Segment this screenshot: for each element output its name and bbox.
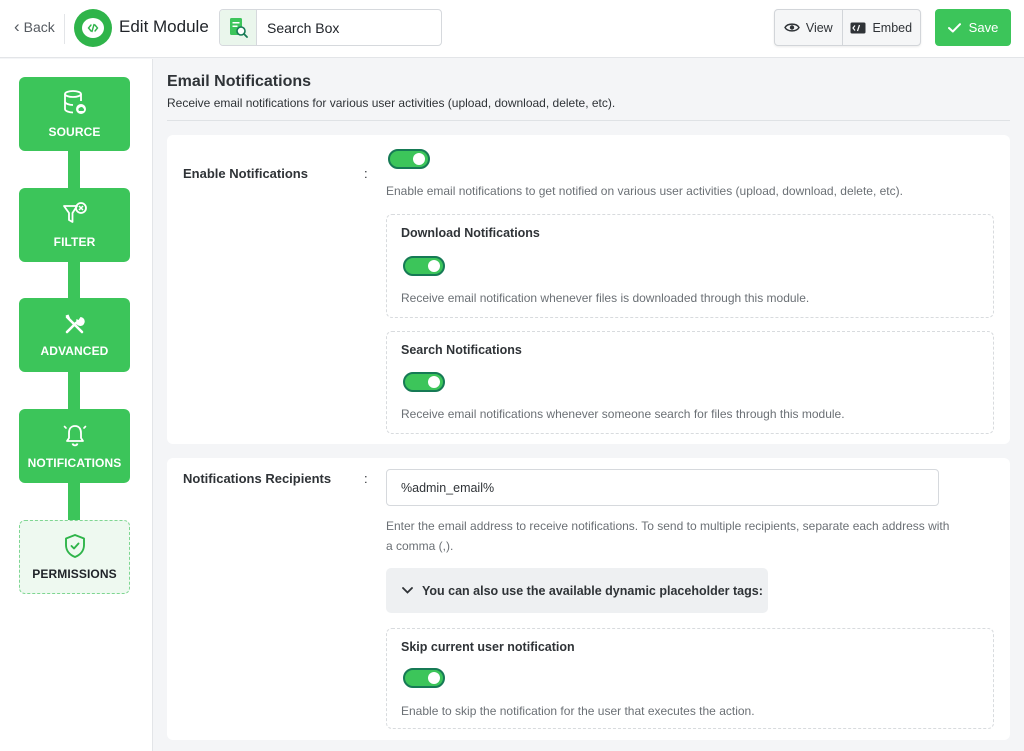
shield-check-icon bbox=[64, 534, 85, 558]
step-connector bbox=[68, 149, 80, 189]
recipients-label: Notifications Recipients bbox=[183, 471, 332, 486]
step-notifications[interactable]: NOTIFICATIONS bbox=[19, 409, 130, 483]
field-colon: : bbox=[364, 471, 368, 486]
recipients-email-input[interactable] bbox=[386, 469, 939, 506]
check-icon bbox=[947, 22, 961, 32]
download-notifications-title: Download Notifications bbox=[401, 226, 540, 240]
code-chat-icon bbox=[82, 18, 104, 38]
save-label: Save bbox=[968, 20, 999, 35]
enable-notifications-help: Enable email notifications to get notifi… bbox=[386, 184, 903, 198]
step-label: PERMISSIONS bbox=[32, 567, 117, 581]
view-label: View bbox=[805, 20, 833, 35]
toggle-knob bbox=[428, 672, 440, 684]
header-divider bbox=[64, 14, 65, 44]
view-button[interactable]: View bbox=[775, 10, 843, 45]
steps-sidebar: SOURCE FILTER ADVANCED NOTIFICATIONS PER… bbox=[0, 59, 153, 751]
toggle-knob bbox=[428, 376, 440, 388]
back-button[interactable]: ‹ Back bbox=[14, 17, 55, 36]
step-advanced[interactable]: ADVANCED bbox=[19, 298, 130, 372]
skip-current-user-box: Skip current user notification Enable to… bbox=[386, 628, 994, 729]
enable-notifications-label: Enable Notifications bbox=[183, 166, 308, 181]
section-divider bbox=[167, 120, 1010, 121]
module-name-field[interactable]: Search Box bbox=[219, 9, 442, 46]
step-label: FILTER bbox=[53, 235, 96, 249]
toggle-knob bbox=[413, 153, 425, 165]
embed-label: Embed bbox=[872, 20, 913, 35]
eye-icon bbox=[784, 23, 800, 32]
search-notifications-title: Search Notifications bbox=[401, 343, 522, 357]
tools-icon bbox=[65, 314, 85, 334]
embed-button[interactable]: Embed bbox=[843, 10, 920, 45]
step-label: ADVANCED bbox=[40, 344, 109, 358]
section-title: Email Notifications bbox=[167, 73, 312, 90]
database-icon bbox=[63, 90, 86, 114]
chevron-down-icon bbox=[402, 587, 413, 594]
download-notifications-box: Download Notifications Receive email not… bbox=[386, 214, 994, 318]
step-connector bbox=[68, 371, 80, 411]
recipients-help-line1: Enter the email address to receive notif… bbox=[386, 519, 950, 533]
search-notifications-box: Search Notifications Receive email notif… bbox=[386, 331, 994, 434]
filter-icon bbox=[62, 202, 87, 223]
field-colon: : bbox=[364, 166, 368, 181]
step-label: SOURCE bbox=[48, 125, 101, 139]
search-notifications-toggle[interactable] bbox=[403, 372, 445, 392]
skip-current-user-help: Enable to skip the notification for the … bbox=[401, 704, 755, 718]
bell-icon bbox=[63, 425, 86, 447]
skip-current-user-title: Skip current user notification bbox=[401, 640, 575, 654]
chevron-left-icon: ‹ bbox=[14, 17, 20, 36]
step-filter[interactable]: FILTER bbox=[19, 188, 130, 262]
section-description: Receive email notifications for various … bbox=[167, 96, 616, 110]
placeholder-tags-label: You can also use the available dynamic p… bbox=[422, 583, 763, 598]
skip-current-user-toggle[interactable] bbox=[403, 668, 445, 688]
enable-notifications-card: Enable Notifications : Enable email noti… bbox=[167, 135, 1010, 444]
recipients-card: Notifications Recipients : Enter the ema… bbox=[167, 458, 1010, 740]
download-notifications-help: Receive email notification whenever file… bbox=[401, 291, 810, 305]
toggle-knob bbox=[428, 260, 440, 272]
page-title: Edit Module bbox=[119, 17, 209, 36]
step-label: NOTIFICATIONS bbox=[27, 456, 122, 470]
save-button[interactable]: Save bbox=[935, 9, 1011, 46]
step-connector bbox=[68, 481, 80, 521]
download-notifications-toggle[interactable] bbox=[403, 256, 445, 276]
recipients-help-line2: a comma (,). bbox=[386, 539, 454, 553]
view-embed-group: View Embed bbox=[774, 9, 921, 46]
step-connector bbox=[68, 259, 80, 299]
module-type-icon bbox=[220, 10, 257, 45]
step-source[interactable]: SOURCE bbox=[19, 77, 130, 151]
placeholder-tags-toggle[interactable]: You can also use the available dynamic p… bbox=[386, 568, 768, 613]
enable-notifications-toggle[interactable] bbox=[388, 149, 430, 169]
back-label: Back bbox=[23, 19, 55, 35]
module-name-value: Search Box bbox=[267, 20, 340, 36]
top-header: ‹ Back Edit Module Search Box View Embed bbox=[0, 0, 1024, 58]
search-notifications-help: Receive email notifications whenever som… bbox=[401, 407, 845, 421]
embed-icon bbox=[850, 22, 866, 33]
app-logo bbox=[74, 9, 112, 47]
step-permissions[interactable]: PERMISSIONS bbox=[19, 520, 130, 594]
